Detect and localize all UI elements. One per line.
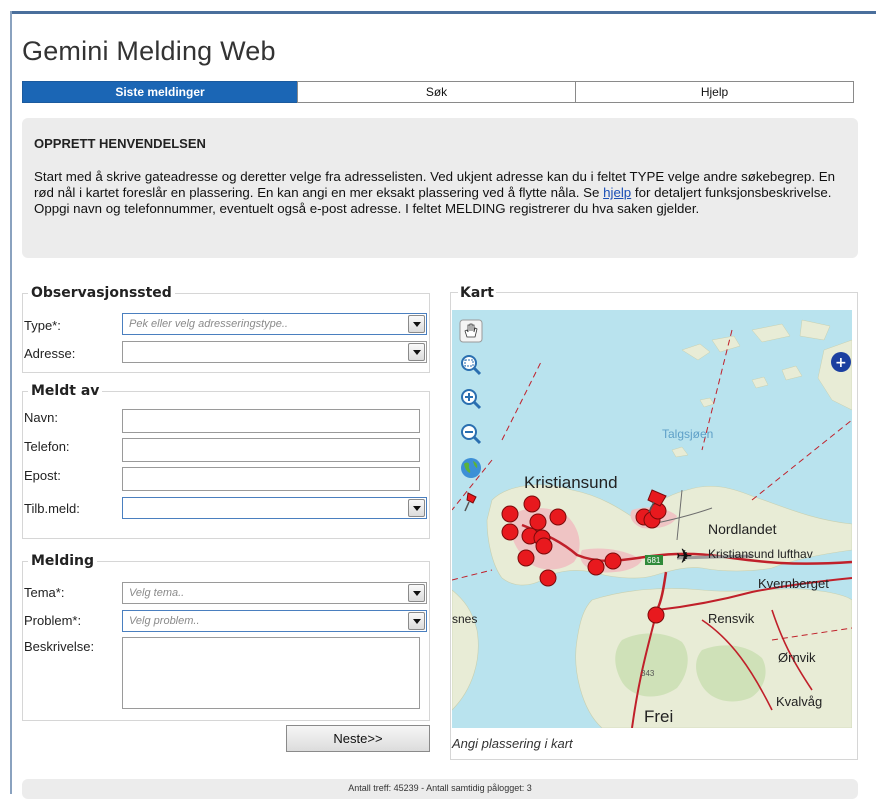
tab-sok[interactable]: Søk bbox=[297, 81, 576, 103]
address-select[interactable] bbox=[122, 341, 427, 363]
chevron-down-icon[interactable] bbox=[408, 612, 425, 630]
map-canvas[interactable]: ✈ 681 Talgsjøen Kristiansund Nordlandet … bbox=[452, 310, 852, 728]
label-kristiansund: Kristiansund bbox=[524, 473, 618, 492]
observasjonssted-legend: Observasjonssted bbox=[28, 285, 175, 301]
plus-icon-glyph: + bbox=[835, 355, 847, 371]
incident-marker[interactable] bbox=[539, 569, 557, 587]
chevron-down-icon[interactable] bbox=[408, 315, 425, 333]
name-field[interactable] bbox=[122, 409, 420, 433]
chevron-down-icon[interactable] bbox=[408, 343, 425, 361]
label-nordlandet: Nordlandet bbox=[708, 521, 777, 537]
map-legend: Kart bbox=[458, 285, 496, 301]
chevron-down-icon[interactable] bbox=[408, 499, 425, 517]
problem-select[interactable]: Velg problem.. bbox=[122, 610, 427, 632]
melding-legend: Melding bbox=[28, 553, 98, 569]
globe-icon[interactable] bbox=[458, 455, 484, 481]
incident-marker[interactable] bbox=[523, 495, 541, 513]
incident-marker[interactable] bbox=[501, 505, 519, 523]
help-link[interactable]: hjelp bbox=[603, 185, 631, 200]
problem-label: Problem*: bbox=[24, 613, 82, 628]
description-textarea[interactable] bbox=[122, 637, 420, 709]
zoom-out-icon[interactable] bbox=[458, 421, 484, 447]
hill-area bbox=[615, 633, 688, 697]
label-ornvik: Ørnvik bbox=[778, 650, 816, 665]
incident-marker[interactable] bbox=[529, 513, 547, 531]
airplane-icon: ✈ bbox=[676, 546, 693, 568]
map-caption: Angi plassering i kart bbox=[452, 736, 573, 751]
theme-select[interactable]: Velg tema.. bbox=[122, 582, 427, 604]
feedback-select[interactable] bbox=[122, 497, 427, 519]
incident-marker[interactable] bbox=[604, 552, 622, 570]
main-tabs: Siste meldinger Søk Hjelp bbox=[22, 81, 854, 103]
zoom-in-icon[interactable] bbox=[458, 386, 484, 412]
incident-marker[interactable] bbox=[517, 549, 535, 567]
label-rensvik: Rensvik bbox=[708, 611, 755, 626]
email-field[interactable] bbox=[122, 467, 420, 491]
type-select[interactable]: Pek eller velg adresseringstype.. bbox=[122, 313, 427, 335]
intro-box: OPPRETT HENVENDELSEN Start med å skrive … bbox=[22, 118, 858, 258]
label-frei: Frei bbox=[644, 707, 673, 726]
theme-label: Tema*: bbox=[24, 585, 65, 600]
footer-bar: Antall treff: 45239 - Antall samtidig på… bbox=[22, 779, 858, 799]
label-elevation: 343 bbox=[641, 669, 655, 678]
label-snes: snes bbox=[452, 612, 477, 626]
problem-placeholder: Velg problem.. bbox=[129, 615, 200, 627]
intro-text: Start med å skrive gateadresse og derett… bbox=[34, 169, 844, 217]
app-title: Gemini Melding Web bbox=[22, 36, 276, 66]
tab-siste-meldinger[interactable]: Siste meldinger bbox=[22, 81, 298, 103]
incident-marker[interactable] bbox=[535, 537, 553, 555]
zoom-box-icon[interactable] bbox=[458, 352, 484, 378]
footer-status: Antall treff: 45239 - Antall samtidig på… bbox=[348, 783, 532, 793]
incident-marker[interactable] bbox=[501, 523, 519, 541]
theme-placeholder: Velg tema.. bbox=[129, 587, 185, 599]
chevron-down-icon[interactable] bbox=[408, 584, 425, 602]
type-label: Type*: bbox=[24, 318, 61, 333]
pan-hand-icon[interactable] bbox=[458, 318, 484, 344]
description-label: Beskrivelse: bbox=[24, 639, 95, 654]
feedback-label: Tilb.meld: bbox=[24, 501, 80, 516]
email-label: Epost: bbox=[24, 468, 61, 483]
phone-field[interactable] bbox=[122, 438, 420, 462]
phone-label: Telefon: bbox=[24, 439, 70, 454]
left-border bbox=[10, 11, 12, 794]
next-button[interactable]: Neste>> bbox=[286, 725, 430, 752]
label-airport: Kristiansund lufthav bbox=[708, 547, 813, 561]
label-kvernberget: Kvernberget bbox=[758, 576, 829, 591]
top-border bbox=[10, 11, 876, 14]
incident-marker[interactable] bbox=[587, 558, 605, 576]
intro-heading: OPPRETT HENVENDELSEN bbox=[34, 136, 206, 151]
pushpin-icon[interactable] bbox=[458, 489, 484, 515]
incident-marker[interactable] bbox=[549, 508, 567, 526]
type-placeholder: Pek eller velg adresseringstype.. bbox=[129, 318, 288, 330]
meldt-av-legend: Meldt av bbox=[28, 383, 103, 399]
address-label: Adresse: bbox=[24, 346, 76, 361]
incident-marker[interactable] bbox=[647, 606, 665, 624]
label-talgsjoen: Talgsjøen bbox=[662, 427, 713, 441]
tab-hjelp[interactable]: Hjelp bbox=[575, 81, 854, 103]
road-number-681: 681 bbox=[647, 556, 661, 565]
name-label: Navn: bbox=[24, 410, 58, 425]
map-svg[interactable]: ✈ 681 Talgsjøen Kristiansund Nordlandet … bbox=[452, 310, 852, 728]
label-kvalvag: Kvalvåg bbox=[776, 694, 822, 709]
